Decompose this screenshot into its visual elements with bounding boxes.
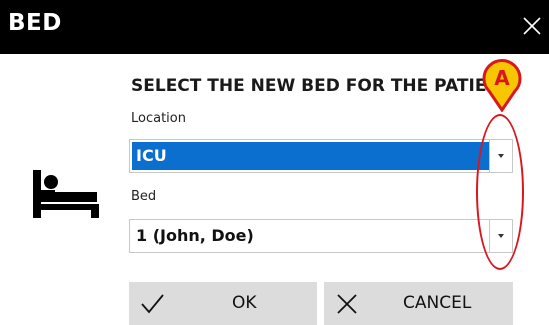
cancel-x-icon [337,294,357,314]
check-icon [141,294,164,314]
location-select[interactable]: ICU [129,139,513,173]
ok-button-label: OK [232,293,257,313]
cancel-button-label: CANCEL [403,293,472,313]
callout-highlight-ellipse [476,114,524,270]
bed-selected-value: 1 (John, Doe) [136,226,254,245]
close-icon[interactable] [519,13,545,39]
ok-button[interactable]: OK [129,282,317,325]
cancel-button[interactable]: CANCEL [324,282,513,325]
bed-label: Bed [131,189,157,204]
location-label: Location [131,111,186,126]
dialog-title: BED [8,10,62,36]
callout-marker: A [482,59,522,112]
bed-select[interactable]: 1 (John, Doe) [129,219,513,253]
dialog-titlebar: BED [0,0,549,54]
bed-icon [33,170,99,218]
callout-letter: A [494,66,510,90]
location-selected-value: ICU [132,142,489,170]
dialog-heading: SELECT THE NEW BED FOR THE PATIENT [131,76,486,96]
